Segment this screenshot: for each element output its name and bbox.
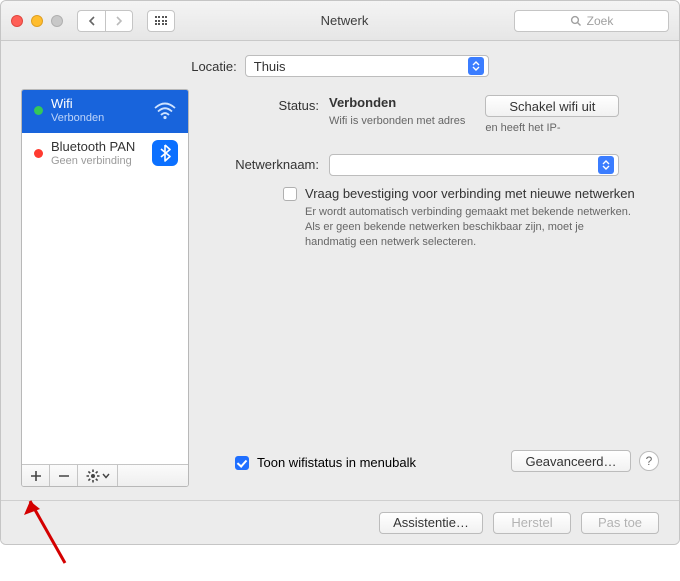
search-icon [570, 15, 582, 27]
apply-button: Pas toe [581, 512, 659, 534]
location-row: Locatie: Thuis [1, 41, 679, 89]
remove-service-button[interactable] [50, 465, 78, 486]
status-dot-icon [34, 106, 43, 115]
status-label: Status: [203, 95, 329, 113]
service-item-bluetooth-pan[interactable]: Bluetooth PAN Geen verbinding [22, 133, 188, 176]
bluetooth-icon [152, 140, 178, 166]
service-name: Wifi [51, 97, 104, 112]
add-service-button[interactable] [22, 465, 50, 486]
revert-button: Herstel [493, 512, 571, 534]
traffic-lights [11, 15, 63, 27]
back-button[interactable] [77, 10, 105, 32]
assist-button[interactable]: Assistentie… [379, 512, 483, 534]
service-status: Geen verbinding [51, 155, 135, 168]
gear-icon [86, 469, 100, 483]
network-preferences-window: Netwerk Zoek Locatie: Thuis Wifi [0, 0, 680, 545]
minimize-icon[interactable] [31, 15, 43, 27]
search-placeholder: Zoek [587, 14, 614, 28]
help-button[interactable]: ? [639, 451, 659, 471]
location-select[interactable]: Thuis [245, 55, 489, 77]
ask-confirm-checkbox[interactable]: Vraag bevestiging voor verbinding met ni… [283, 186, 659, 201]
close-icon[interactable] [11, 15, 23, 27]
status-subtext-2: en heeft het IP- [485, 121, 560, 136]
service-status: Verbonden [51, 112, 104, 125]
status-dot-icon [34, 149, 43, 158]
services-sidebar: Wifi Verbonden Bluetooth PAN Geen verbin… [21, 89, 189, 487]
advanced-button[interactable]: Geavanceerd… [511, 450, 631, 472]
status-subtext-1: Wifi is verbonden met adres [329, 114, 465, 129]
location-label: Locatie: [191, 59, 237, 74]
grid-icon [155, 16, 168, 25]
checkbox-icon [283, 187, 297, 201]
service-actions-button[interactable] [78, 465, 118, 486]
plus-icon [30, 470, 42, 482]
show-menubar-label: Toon wifistatus in menubalk [257, 455, 416, 470]
bottom-bar: Assistentie… Herstel Pas toe [1, 500, 679, 544]
wifi-icon [152, 98, 178, 124]
ask-confirm-help: Er wordt automatisch verbinding gemaakt … [305, 205, 635, 250]
content-area: Locatie: Thuis Wifi Verbonden [1, 41, 679, 544]
location-value: Thuis [254, 59, 286, 74]
zoom-icon [51, 15, 63, 27]
chevron-updown-icon [468, 57, 484, 75]
forward-button[interactable] [105, 10, 133, 32]
minus-icon [58, 470, 70, 482]
ask-confirm-label: Vraag bevestiging voor verbinding met ni… [305, 186, 635, 201]
network-name-select[interactable] [329, 154, 619, 176]
nav-back-forward [77, 10, 133, 32]
checkbox-icon [235, 456, 249, 470]
service-name: Bluetooth PAN [51, 140, 135, 155]
window-title: Netwerk [183, 13, 506, 28]
chevron-down-icon [102, 473, 110, 479]
network-name-label: Netwerknaam: [203, 154, 329, 172]
detail-pane: Status: Verbonden Wifi is verbonden met … [203, 89, 659, 487]
service-item-wifi[interactable]: Wifi Verbonden [22, 90, 188, 133]
show-menubar-checkbox[interactable]: Toon wifistatus in menubalk [235, 455, 416, 470]
search-input[interactable]: Zoek [514, 10, 669, 32]
toggle-wifi-button[interactable]: Schakel wifi uit [485, 95, 619, 117]
show-all-button[interactable] [147, 10, 175, 32]
sidebar-footer [22, 464, 188, 486]
chevron-updown-icon [598, 156, 614, 174]
status-value: Verbonden [329, 95, 465, 110]
titlebar: Netwerk Zoek [1, 1, 679, 41]
